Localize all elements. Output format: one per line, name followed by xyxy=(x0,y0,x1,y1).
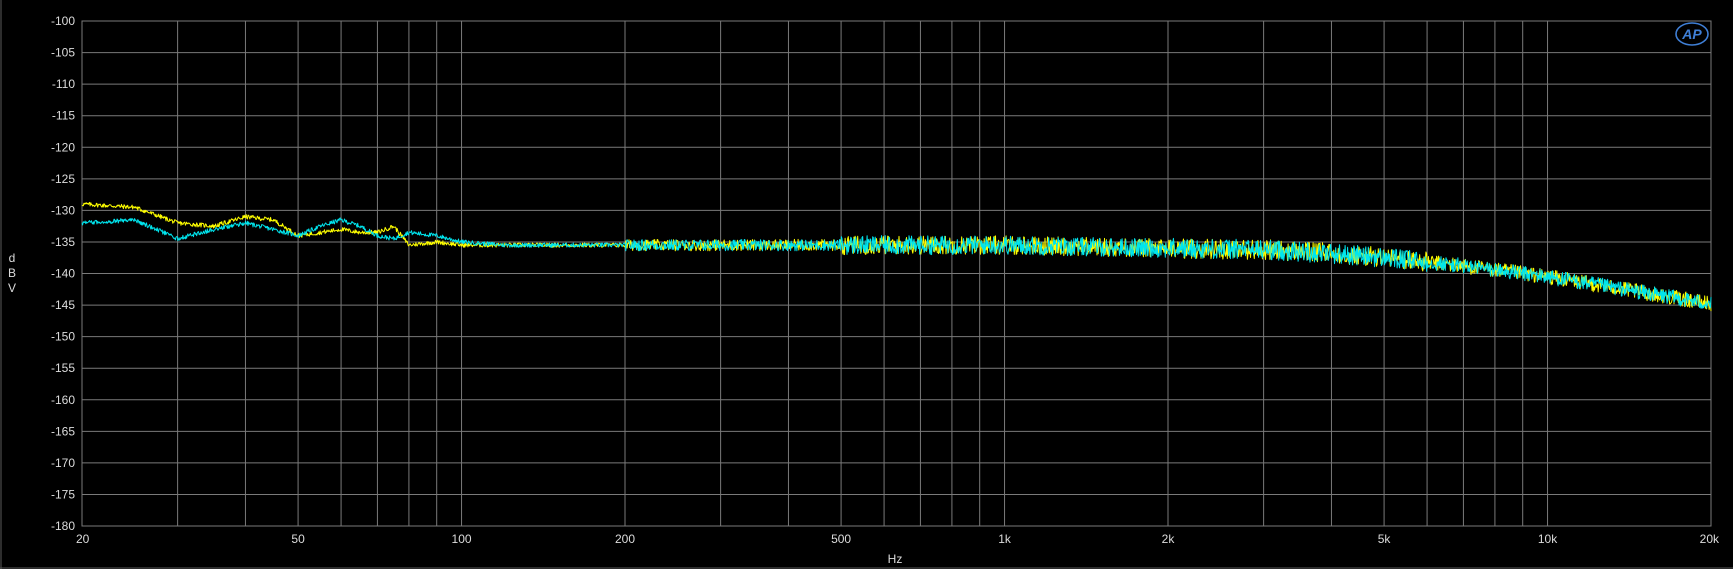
x-tick-label: 20k xyxy=(1700,532,1720,546)
y-tick-label: -180 xyxy=(51,519,75,533)
y-tick-label: -150 xyxy=(51,330,75,344)
y-tick-label: -120 xyxy=(51,140,75,154)
ap-logo-text: AP xyxy=(1681,26,1702,42)
y-tick-label: -115 xyxy=(52,109,75,123)
chart-background xyxy=(0,0,1733,569)
y-tick-label: -140 xyxy=(51,267,75,281)
x-tick-label: 500 xyxy=(831,532,851,546)
y-tick-label: -125 xyxy=(51,172,75,186)
y-tick-label: -145 xyxy=(51,298,75,312)
x-tick-label: 1k xyxy=(998,532,1012,546)
x-tick-label: 50 xyxy=(291,532,305,546)
x-tick-label: 5k xyxy=(1378,532,1392,546)
y-axis-label-char: V xyxy=(8,281,16,295)
spectrum-chart: -100 -105 -110 -115 -120 -125 -130 -135 -140 -145… xyxy=(0,0,1733,569)
y-tick-label: -105 xyxy=(51,46,75,60)
y-axis-label-char: B xyxy=(8,266,16,280)
y-tick-label: -110 xyxy=(52,77,75,91)
x-tick-label: 10k xyxy=(1538,532,1558,546)
x-axis-label: Hz xyxy=(888,552,903,566)
x-tick-label: 20 xyxy=(76,532,90,546)
x-tick-label: 100 xyxy=(452,532,472,546)
y-axis-label: dBV xyxy=(8,251,16,295)
y-tick-label: -160 xyxy=(51,393,75,407)
y-tick-label: -170 xyxy=(51,456,75,470)
y-tick-label: -155 xyxy=(51,361,75,375)
y-tick-label: -135 xyxy=(51,235,75,249)
y-tick-label: -130 xyxy=(51,203,75,217)
y-tick-label: -175 xyxy=(51,487,75,501)
y-tick-label: -100 xyxy=(51,14,75,28)
y-axis-label-char: d xyxy=(9,251,16,265)
x-tick-label: 200 xyxy=(615,532,635,546)
y-tick-label: -165 xyxy=(51,424,75,438)
x-tick-label: 2k xyxy=(1162,532,1176,546)
